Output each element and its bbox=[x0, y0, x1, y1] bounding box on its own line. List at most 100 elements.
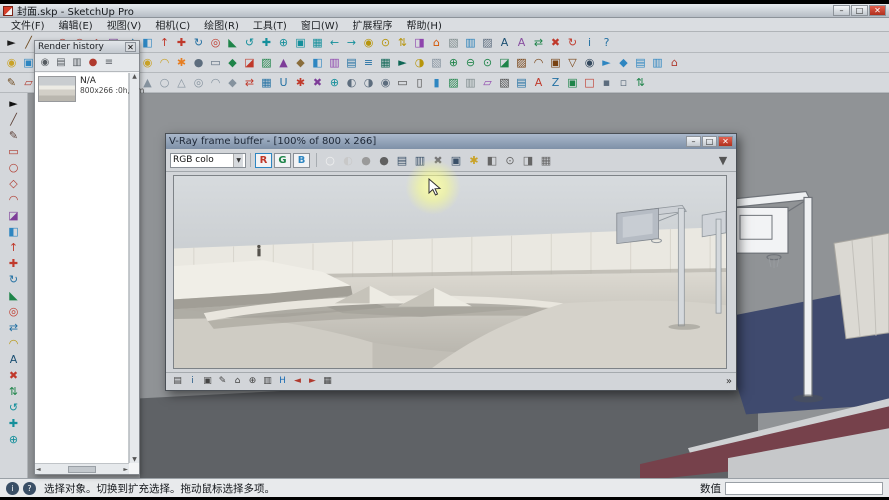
menu-item[interactable]: 编辑(E) bbox=[52, 17, 100, 32]
render-history-close-icon[interactable]: ✕ bbox=[125, 42, 136, 52]
orbit-icon[interactable]: ↺ bbox=[241, 34, 258, 50]
power-icon[interactable]: ◉ bbox=[37, 55, 53, 70]
vfb-maximize-button[interactable]: □ bbox=[702, 136, 717, 147]
rotate-icon[interactable]: ↻ bbox=[190, 34, 207, 50]
sandbox-contours-icon[interactable]: ▨ bbox=[513, 55, 530, 71]
sandbox-smoove-icon[interactable]: ◠ bbox=[530, 55, 547, 71]
monitor-icon[interactable]: ⌂ bbox=[230, 375, 245, 389]
annotate-icon[interactable]: ✎ bbox=[215, 375, 230, 389]
save-icon[interactable]: ▤ bbox=[53, 55, 69, 70]
position-camera-icon[interactable]: ◉ bbox=[360, 34, 377, 50]
mirror-icon[interactable]: ⇄ bbox=[241, 75, 258, 91]
paint-bucket-icon[interactable]: ◧ bbox=[3, 223, 25, 239]
white-balance-icon[interactable]: ✱ bbox=[465, 152, 483, 169]
toggle-terrain-icon[interactable]: ▧ bbox=[445, 34, 462, 50]
select-none-icon[interactable]: Z bbox=[547, 75, 564, 91]
pan-icon[interactable]: ✚ bbox=[258, 34, 275, 50]
dome-primitive-icon[interactable]: ◠ bbox=[207, 75, 224, 91]
weld-edges-icon[interactable]: U bbox=[275, 75, 292, 91]
vray-render-icon[interactable]: ◉ bbox=[3, 55, 20, 71]
pan-icon[interactable]: ✚ bbox=[3, 415, 25, 431]
vray-displacement-icon[interactable]: ▲ bbox=[275, 55, 292, 71]
flag-right-icon[interactable]: ► bbox=[305, 375, 320, 389]
animation-play-icon[interactable]: ► bbox=[394, 55, 411, 71]
menu-item[interactable]: 窗口(W) bbox=[294, 17, 346, 32]
green-channel-button[interactable]: G bbox=[274, 153, 291, 168]
render-thumbnail[interactable] bbox=[38, 76, 76, 102]
sphere-primitive-icon[interactable]: ○ bbox=[156, 75, 173, 91]
channels-panel-icon[interactable]: ▤ bbox=[170, 375, 185, 389]
menu-item[interactable]: 文件(F) bbox=[4, 17, 52, 32]
torus-primitive-icon[interactable]: ◎ bbox=[190, 75, 207, 91]
scroll-right-icon[interactable]: ► bbox=[123, 466, 128, 473]
solid-trim-icon[interactable]: ◪ bbox=[496, 55, 513, 71]
components-icon[interactable]: ◆ bbox=[292, 55, 309, 71]
shadows-toggle-icon[interactable]: ◑ bbox=[411, 55, 428, 71]
polygon-icon[interactable]: ◇ bbox=[3, 175, 25, 191]
scale-icon[interactable]: ◣ bbox=[3, 287, 25, 303]
axes-icon[interactable]: ✖ bbox=[547, 34, 564, 50]
channel-half-icon[interactable]: ◐ bbox=[339, 152, 357, 169]
vray-omni-light-icon[interactable]: ◉ bbox=[139, 55, 156, 71]
maximize-button[interactable]: □ bbox=[851, 5, 868, 16]
zoom-icon[interactable]: ⊕ bbox=[275, 34, 292, 50]
scroll-down-icon[interactable]: ▼ bbox=[132, 456, 137, 463]
expand-chevrons-icon[interactable]: » bbox=[726, 376, 732, 387]
menu-item[interactable]: 工具(T) bbox=[246, 17, 294, 32]
prism-primitive-icon[interactable]: ◆ bbox=[224, 75, 241, 91]
axes-icon[interactable]: ✖ bbox=[3, 367, 25, 383]
instructor-icon[interactable]: ? bbox=[598, 34, 615, 50]
circle-icon[interactable]: ○ bbox=[3, 159, 25, 175]
dimension-icon[interactable]: ⇅ bbox=[3, 383, 25, 399]
unhide-all-icon[interactable]: ◉ bbox=[377, 75, 394, 91]
hidden-line-style-icon[interactable]: ▯ bbox=[411, 75, 428, 91]
shaded-style-icon[interactable]: ▮ bbox=[428, 75, 445, 91]
freehand-icon[interactable]: ✎ bbox=[3, 75, 20, 91]
wireframe-style-icon[interactable]: ▭ bbox=[394, 75, 411, 91]
menu-item[interactable]: 帮助(H) bbox=[400, 17, 449, 32]
follow-me-icon[interactable]: ↻ bbox=[564, 34, 581, 50]
render-history-hscrollbar[interactable]: ◄ ► bbox=[35, 463, 129, 474]
look-around-icon[interactable]: ⊙ bbox=[377, 34, 394, 50]
3d-text-icon[interactable]: A bbox=[513, 34, 530, 50]
vray-dome-light-icon[interactable]: ◠ bbox=[156, 55, 173, 71]
scroll-up-icon[interactable]: ▲ bbox=[132, 73, 137, 80]
scrollbar-thumb[interactable] bbox=[68, 466, 96, 473]
channel-grey-icon[interactable]: ● bbox=[357, 152, 375, 169]
back-edges-icon[interactable]: ▧ bbox=[496, 75, 513, 91]
zoom-selection-icon[interactable]: ⊕ bbox=[326, 75, 343, 91]
menu-item[interactable]: 扩展程序 bbox=[346, 17, 400, 32]
section-plane-icon[interactable]: ◨ bbox=[411, 34, 428, 50]
text-icon[interactable]: A bbox=[496, 34, 513, 50]
next-view-icon[interactable]: → bbox=[343, 34, 360, 50]
zoom-icon[interactable]: ⊕ bbox=[3, 431, 25, 447]
component-attributes-icon[interactable]: ▥ bbox=[649, 55, 666, 71]
unlock-icon[interactable]: ▫ bbox=[615, 75, 632, 91]
help-icon[interactable]: ? bbox=[23, 482, 36, 495]
outliner-icon[interactable]: ≡ bbox=[360, 55, 377, 71]
explode-icon[interactable]: ✱ bbox=[292, 75, 309, 91]
stamp-icon[interactable]: ▥ bbox=[260, 375, 275, 389]
select-icon[interactable]: ► bbox=[3, 95, 25, 111]
solid-intersect-icon[interactable]: ⊙ bbox=[479, 55, 496, 71]
textured-style-icon[interactable]: ▨ bbox=[445, 75, 462, 91]
vfb-options-icon[interactable]: ▼ bbox=[714, 152, 732, 169]
push-pull-icon[interactable]: ↑ bbox=[156, 34, 173, 50]
xray-style-icon[interactable]: ▱ bbox=[479, 75, 496, 91]
group-icon[interactable]: ▣ bbox=[564, 75, 581, 91]
solid-union-icon[interactable]: ⊕ bbox=[445, 55, 462, 71]
vray-sun-icon[interactable]: ✱ bbox=[173, 55, 190, 71]
geolocation-icon[interactable]: i bbox=[6, 482, 19, 495]
zoom-window-icon[interactable]: ▣ bbox=[292, 34, 309, 50]
move-icon[interactable]: ✚ bbox=[173, 34, 190, 50]
rectangle-icon[interactable]: ▭ bbox=[3, 143, 25, 159]
channel-dark-icon[interactable]: ● bbox=[375, 152, 393, 169]
menu-item[interactable]: 视图(V) bbox=[100, 17, 149, 32]
line-icon[interactable]: ╱ bbox=[3, 111, 25, 127]
lock-icon[interactable]: ▪ bbox=[598, 75, 615, 91]
paint-bucket-icon[interactable]: ◧ bbox=[139, 34, 156, 50]
render-history-vscrollbar[interactable]: ▲ ▼ bbox=[129, 73, 139, 463]
pyramid-primitive-icon[interactable]: △ bbox=[173, 75, 190, 91]
red-channel-button[interactable]: R bbox=[255, 153, 272, 168]
pixel-info-icon[interactable]: ⊙ bbox=[501, 152, 519, 169]
